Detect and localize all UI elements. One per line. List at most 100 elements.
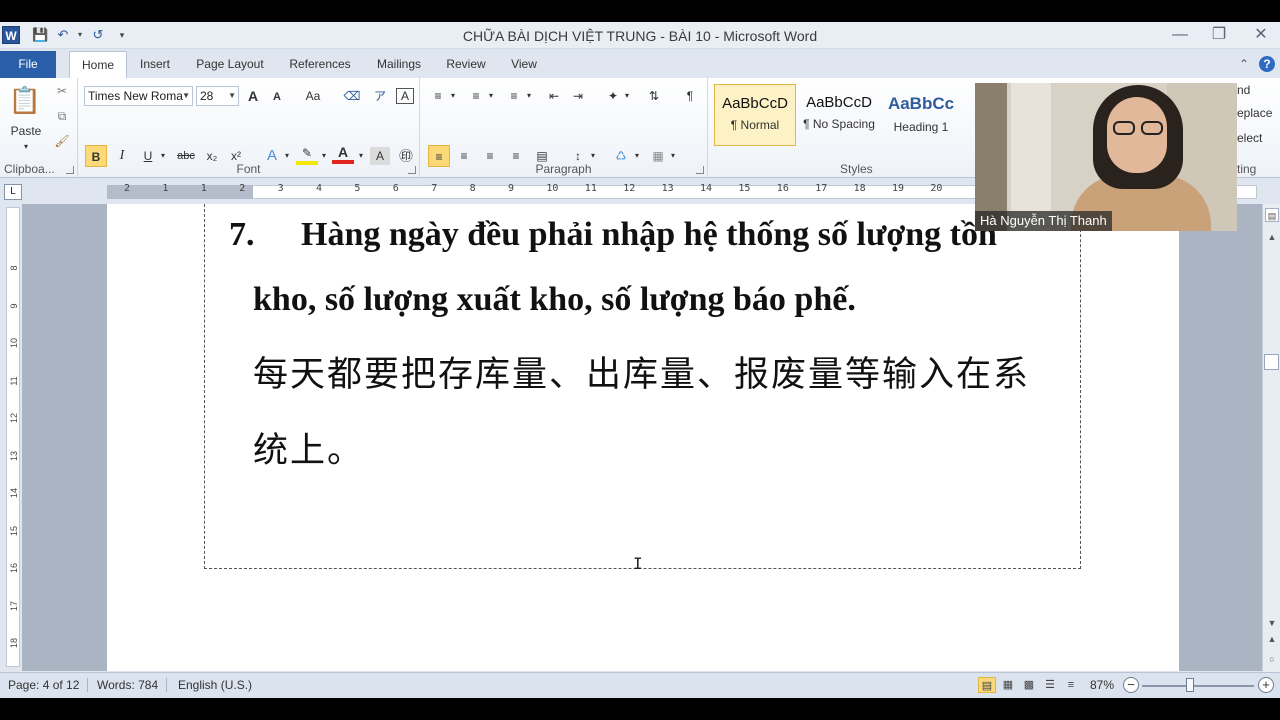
document-area[interactable]: 7. Hàng ngày đều phải nhập hệ thống số l… [22, 204, 1262, 671]
tab-file[interactable]: File [0, 51, 56, 78]
ruler-tick: 8 [469, 183, 476, 194]
numbering-dropdown-icon[interactable]: ▾ [486, 85, 496, 107]
zoom-slider[interactable] [1142, 685, 1254, 687]
clear-formatting-icon[interactable]: ⌫ [342, 85, 362, 107]
phonetic-guide-icon[interactable]: ア [370, 85, 390, 107]
font-size-value: 28 [200, 89, 214, 103]
vertical-ruler[interactable]: 8910111213141516171819 [6, 207, 20, 686]
font-name-dropdown-icon[interactable]: ▼ [182, 87, 190, 105]
shrink-font-button[interactable]: A [268, 86, 286, 108]
style-normal-preview: AaBbCcD [722, 95, 788, 112]
minimize-ribbon-icon[interactable]: ⌃ [1236, 56, 1252, 72]
title-bar: W 💾 ↶ ▾ ↺ ▾ CHỮA BÀI DỊCH VIỆT TRUNG - B… [0, 22, 1280, 49]
font-name-combo[interactable]: Times New Roma ▼ [84, 86, 193, 106]
text-box[interactable]: 7. Hàng ngày đều phải nhập hệ thống số l… [204, 204, 1081, 569]
vertical-ruler-tick: 10 [9, 338, 19, 349]
tab-selector-icon[interactable]: L [4, 184, 22, 200]
vertical-scrollbar[interactable]: ▤ ▲ ▼ ▲ ○ ▼ [1262, 204, 1280, 689]
increase-indent-icon[interactable]: ⇥ [568, 85, 588, 107]
character-border-icon[interactable]: A [396, 88, 414, 104]
show-hide-button[interactable]: ¶ [680, 85, 700, 107]
scroll-down-icon[interactable]: ▼ [1265, 616, 1279, 630]
paste-dropdown-icon[interactable]: ▾ [18, 136, 34, 158]
ruler-tick: 14 [700, 183, 713, 194]
paragraph-launcher-icon[interactable] [696, 166, 704, 174]
restore-button[interactable]: ❐ [1204, 24, 1234, 46]
bullets-icon[interactable]: ≡ [428, 85, 448, 107]
ruler-tick: 18 [853, 183, 866, 194]
tab-insert[interactable]: Insert [131, 51, 179, 78]
asian-layout-dropdown-icon[interactable]: ▾ [622, 85, 632, 107]
change-case-button[interactable]: Aa [300, 85, 326, 107]
webcam-person-face [1107, 97, 1167, 173]
status-language[interactable]: English (U.S.) [178, 678, 260, 692]
zoom-level[interactable]: 87% [1090, 678, 1114, 692]
status-page[interactable]: Page: 4 of 12 [8, 678, 89, 692]
scroll-up-icon[interactable]: ▲ [1265, 230, 1279, 244]
full-screen-reading-icon[interactable]: ▦ [999, 677, 1017, 693]
view-ruler-icon[interactable]: ▤ [1265, 208, 1279, 222]
font-launcher-icon[interactable] [408, 166, 416, 174]
font-color-icon[interactable]: A [332, 144, 354, 164]
window-title: CHỮA BÀI DỊCH VIỆT TRUNG - BÀI 10 - Micr… [462, 28, 818, 44]
tab-view[interactable]: View [502, 51, 546, 78]
multilevel-dropdown-icon[interactable]: ▾ [524, 85, 534, 107]
status-words[interactable]: Words: 784 [97, 678, 168, 692]
tab-home[interactable]: Home [69, 51, 127, 78]
grow-font-button[interactable]: A [244, 85, 262, 107]
ruler-tick: 6 [392, 183, 399, 194]
bullets-dropdown-icon[interactable]: ▾ [448, 85, 458, 107]
style-normal[interactable]: AaBbCcD ¶ Normal [714, 84, 796, 146]
sort-icon[interactable]: ⇅ [644, 85, 664, 107]
style-heading-1[interactable]: AaBbCc Heading 1 [882, 84, 960, 146]
minimize-button[interactable]: — [1165, 24, 1195, 46]
replace-button[interactable]: eplace [1237, 102, 1277, 124]
document-page[interactable]: 7. Hàng ngày đều phải nhập hệ thống số l… [107, 204, 1179, 671]
find-button[interactable]: nd [1237, 79, 1267, 101]
outline-icon[interactable]: ☰ [1041, 677, 1059, 693]
clipboard-group: 📋 Paste ▾ ✂ ⧉ 🖌 Clipboa... [0, 78, 78, 178]
tab-mailings[interactable]: Mailings [368, 51, 430, 78]
font-size-combo[interactable]: 28 ▼ [196, 86, 239, 106]
vi-line-1: Hàng ngày đều phải nhập hệ thống số lượn… [301, 216, 997, 253]
ruler-tick: 5 [354, 183, 361, 194]
decrease-indent-icon[interactable]: ⇤ [544, 85, 564, 107]
copy-icon[interactable]: ⧉ [54, 105, 70, 127]
select-button[interactable]: elect [1237, 127, 1277, 149]
previous-page-icon[interactable]: ▲ [1265, 632, 1279, 646]
paste-icon[interactable]: 📋 [8, 82, 42, 118]
style-no-spacing[interactable]: AaBbCcD ¶ No Spacing [798, 84, 880, 146]
ribbon-tabs: File Home Insert Page Layout References … [0, 49, 1280, 78]
select-browse-object-icon[interactable]: ○ [1265, 652, 1279, 666]
cut-icon[interactable]: ✂ [54, 80, 70, 102]
font-size-dropdown-icon[interactable]: ▼ [228, 87, 236, 105]
numbering-icon[interactable]: ≡ [466, 85, 486, 107]
tab-references[interactable]: References [281, 51, 359, 78]
webcam-overlay: Hà Nguyễn Thị Thanh [975, 83, 1237, 231]
multilevel-list-icon[interactable]: ≡ [504, 85, 524, 107]
zoom-out-icon[interactable]: − [1123, 677, 1139, 693]
asian-layout-icon[interactable]: ✦ [602, 85, 624, 107]
webcam-person-glasses [1109, 121, 1167, 135]
ruler-tick: 2 [239, 183, 246, 194]
close-button[interactable]: ✕ [1246, 24, 1276, 46]
zoom-slider-thumb[interactable] [1186, 678, 1194, 692]
scroll-thumb[interactable] [1264, 354, 1279, 370]
vertical-ruler-tick: 14 [9, 488, 19, 499]
zoom-in-icon[interactable]: + [1258, 677, 1274, 693]
print-layout-icon[interactable]: ▤ [978, 677, 996, 693]
web-layout-icon[interactable]: ▩ [1020, 677, 1038, 693]
vertical-ruler-tick: 11 [9, 375, 19, 386]
zh-line-2: 统上。 [253, 431, 365, 471]
webcam-background [1011, 83, 1051, 231]
font-name-value: Times New Roma [88, 89, 183, 103]
format-painter-icon[interactable]: 🖌 [54, 130, 70, 152]
help-icon[interactable]: ? [1259, 56, 1275, 72]
font-group: Times New Roma ▼ 28 ▼ A A Aa ⌫ ア A B I U… [78, 78, 420, 178]
tab-page-layout[interactable]: Page Layout [188, 51, 272, 78]
tab-review[interactable]: Review [439, 51, 493, 78]
clipboard-launcher-icon[interactable] [66, 166, 74, 174]
vertical-ruler-tick: 15 [9, 525, 19, 536]
draft-icon[interactable]: ≡ [1062, 677, 1080, 693]
vertical-ruler-tick: 18 [9, 638, 19, 649]
